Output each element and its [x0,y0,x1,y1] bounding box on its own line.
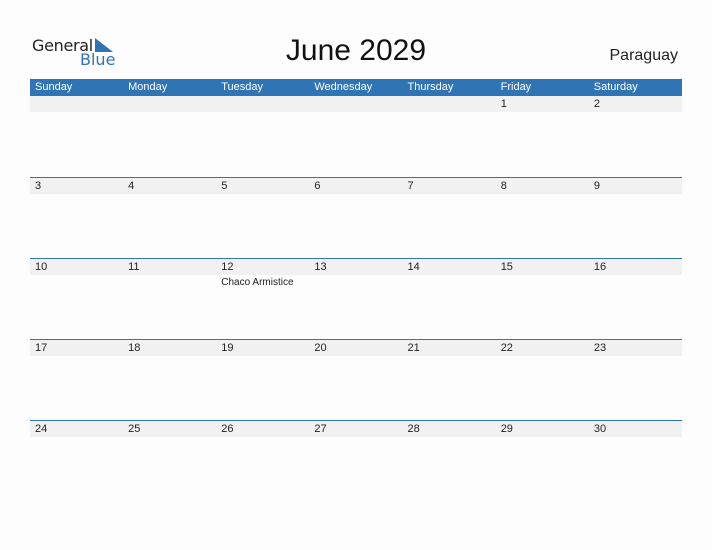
day-number: 1 [500,98,507,110]
day-cell: 6 [309,178,402,259]
day-number: 24 [35,423,48,435]
week-row: 10 11 12 Chaco Armistice 13 14 15 16 [30,258,682,340]
day-cell: 20 [309,340,402,421]
day-number: 9 [593,180,600,192]
week-row: 24 25 26 27 28 29 30 [30,420,682,502]
day-number: 18 [128,342,141,354]
day-number: 11 [128,261,140,273]
week-row: 12 [30,96,682,177]
weekday-thursday: Thursday [407,81,454,93]
day-cell: 22 [496,340,589,421]
country-label: Paraguay [609,47,679,64]
day-cell [403,96,496,177]
day-number: 14 [407,261,420,273]
calendar-title: June 2029 [285,34,427,67]
day-number: 20 [314,342,327,354]
day-cell: 29 [496,421,589,502]
week-row: 17 18 19 20 21 22 23 [30,339,682,421]
holiday-event: Chaco Armistice [221,277,294,288]
day-number: 4 [128,180,135,192]
weekday-sunday: Sunday [35,81,73,93]
day-cell: 10 [30,259,123,340]
weekday-friday: Friday [500,81,532,93]
day-number: 16 [593,261,607,273]
day-cell: 12 Chaco Armistice [216,259,309,340]
day-number: 29 [500,423,513,435]
day-cell [309,96,402,177]
day-number: 23 [593,342,607,354]
day-cell [123,96,216,177]
day-number: 5 [221,180,228,192]
weekday-wednesday: Wednesday [314,81,373,93]
weekday-tuesday: Tuesday [221,81,264,93]
day-cell: 13 [309,259,402,340]
weekday-saturday: Saturday [593,81,638,93]
day-number: 27 [314,423,327,435]
day-cell: 4 [123,178,216,259]
day-number: 26 [221,423,234,435]
day-number: 10 [35,261,48,273]
day-cell: 21 [403,340,496,421]
day-number: 30 [593,423,607,435]
day-number: 15 [500,261,513,273]
day-cell: 11 [123,259,216,340]
day-cell: 9 [589,178,682,259]
day-cell: 24 [30,421,123,502]
day-cell: 26 [216,421,309,502]
day-cell: 7 [403,178,496,259]
day-cell [30,96,123,177]
day-number: 12 [221,261,234,273]
day-number: 21 [407,342,420,354]
week-row: 3 4 5 6 7 8 9 [30,177,682,259]
day-cell: 17 [30,340,123,421]
day-cell: 8 [496,178,589,259]
day-number: 8 [500,180,507,192]
day-cell: 15 [496,259,589,340]
weekday-header: Sunday Monday Tuesday Wednesday Thursday… [30,79,682,96]
day-number: 28 [407,423,420,435]
day-cell: 3 [30,178,123,259]
day-number: 19 [221,342,234,354]
day-cell [216,96,309,177]
day-cell: 25 [123,421,216,502]
day-number: 6 [314,180,321,192]
day-cell: 27 [309,421,402,502]
weekday-monday: Monday [128,81,168,93]
day-number: 13 [314,261,327,273]
day-cell: 18 [123,340,216,421]
day-number: 25 [128,423,141,435]
day-number: 2 [593,98,600,110]
day-number: 17 [35,342,48,354]
day-number: 22 [500,342,513,354]
day-cell: 23 [589,340,682,421]
day-cell: 16 [589,259,682,340]
day-cell: 28 [403,421,496,502]
day-cell: 19 [216,340,309,421]
day-cell: 1 [496,96,589,177]
day-cell: 5 [216,178,309,259]
day-cell: 14 [403,259,496,340]
day-cell: 2 [589,96,682,177]
day-number: 3 [35,180,42,192]
day-number: 7 [407,180,414,192]
day-cell: 30 [589,421,682,502]
